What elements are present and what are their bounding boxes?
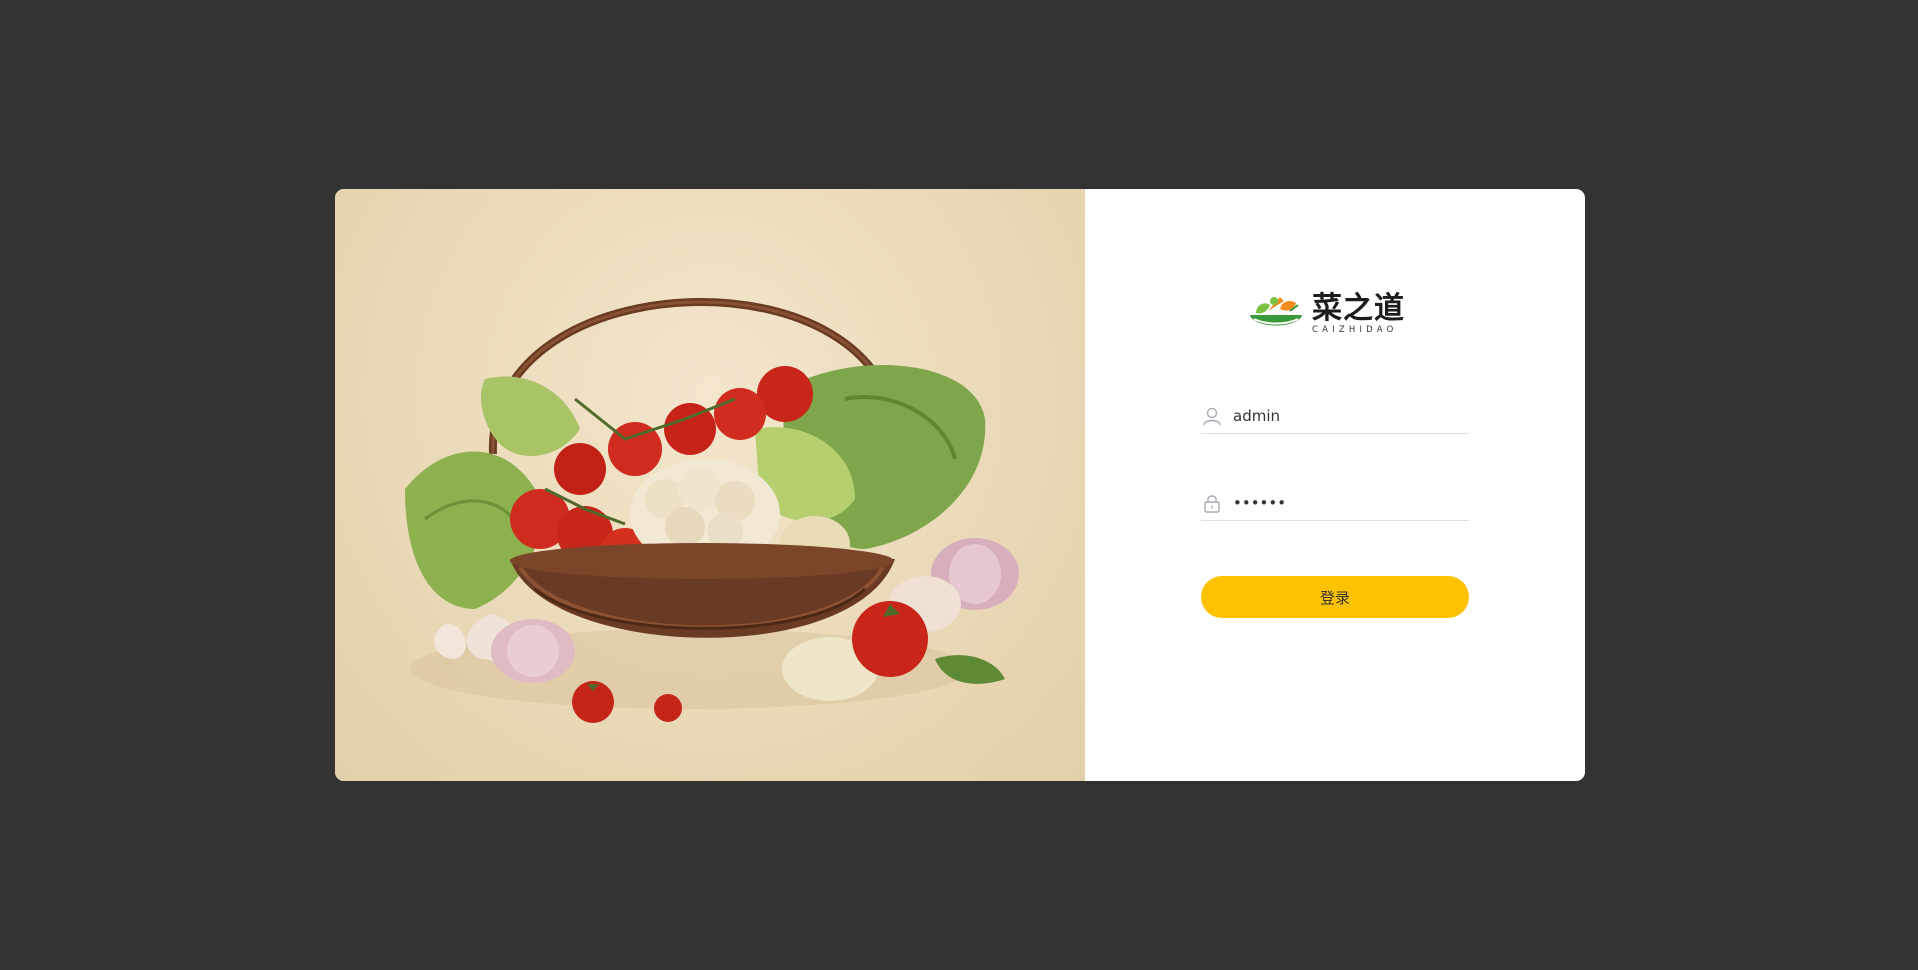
vegetable-logo-icon	[1250, 297, 1302, 326]
user-icon	[1201, 405, 1223, 427]
username-field-wrapper	[1201, 399, 1469, 434]
brand-name-en: CAIZHIDAO	[1312, 324, 1398, 335]
password-field-wrapper	[1201, 486, 1469, 521]
username-input[interactable]	[1233, 407, 1453, 425]
hero-image	[335, 189, 1085, 781]
login-panel: 菜之道 CAIZHIDAO 登录	[1085, 189, 1585, 781]
password-input[interactable]	[1233, 494, 1453, 512]
brand-name: 菜之道	[1312, 290, 1405, 326]
vegetable-basket-illustration	[405, 297, 1019, 723]
brand-logo: 菜之道 CAIZHIDAO	[1246, 293, 1422, 335]
login-button[interactable]: 登录	[1201, 576, 1469, 618]
login-card: 菜之道 CAIZHIDAO 登录	[335, 189, 1585, 781]
lock-icon	[1201, 492, 1223, 514]
